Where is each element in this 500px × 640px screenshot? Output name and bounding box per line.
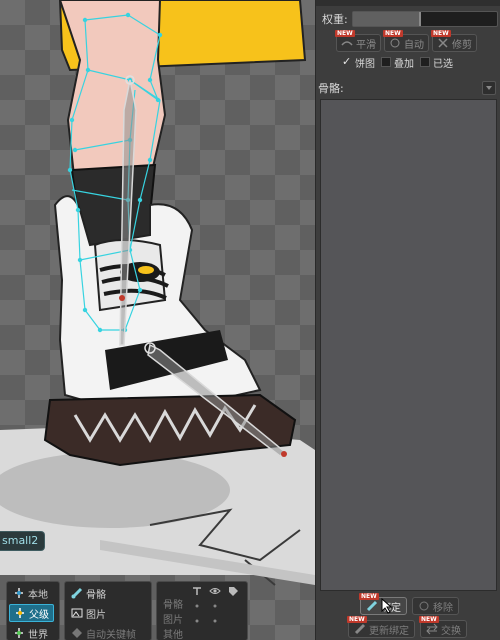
new-tag-icon: NEW: [383, 30, 403, 37]
autokey-icon: [71, 627, 83, 639]
images-visible-toggle-icon[interactable]: [209, 615, 221, 627]
axis-parent-label: 父级: [29, 609, 49, 621]
tag-icon[interactable]: [227, 585, 239, 597]
swap-icon: [426, 623, 438, 635]
smooth-icon: [341, 37, 353, 49]
select-images-button[interactable]: 图片: [67, 604, 110, 622]
new-tag-icon: NEW: [431, 30, 451, 37]
display-options: ✓ 饼图 叠加 已选: [342, 54, 492, 70]
checkbox-empty-icon: [420, 57, 430, 67]
bones-label: 骨骼:: [318, 82, 344, 95]
bones-names-toggle-icon[interactable]: [191, 600, 203, 612]
new-tag-icon: NEW: [359, 593, 379, 600]
autokey-label: 自动关键帧: [86, 629, 136, 640]
axis-space-group: 本地 父级 世界: [6, 581, 60, 640]
new-tag-icon: NEW: [419, 616, 439, 623]
checkbox-empty-icon: [381, 57, 391, 67]
update-bind-icon: [354, 623, 366, 635]
auto-icon: [389, 37, 401, 49]
images-names-toggle-icon[interactable]: [191, 615, 203, 627]
prune-icon: [437, 37, 449, 49]
swap-button[interactable]: NEW 交换: [419, 616, 467, 638]
bone-tip-toe: [281, 451, 287, 457]
bones-header: 骨骼:: [318, 79, 496, 97]
visibility-group: 骨骼 图片 其他: [156, 581, 248, 640]
selection-group: 骨骼 图片 自动关键帧: [64, 581, 152, 640]
visibility-row-other: 其他: [159, 624, 187, 640]
new-tag-icon: NEW: [347, 616, 367, 623]
remove-button[interactable]: 移除: [412, 597, 459, 615]
overlay-checkbox[interactable]: 叠加: [381, 55, 414, 70]
bind-icon: [366, 600, 378, 612]
axis-parent-button[interactable]: 父级: [9, 604, 54, 622]
remove-icon: [418, 600, 430, 612]
bones-list[interactable]: [320, 99, 497, 591]
local-axis-icon: [13, 587, 25, 599]
selected-checkbox[interactable]: 已选: [420, 55, 453, 70]
mouse-cursor-icon: [381, 598, 393, 614]
select-bones-label: 骨骼: [86, 589, 106, 601]
lace-charm: [138, 266, 154, 274]
prune-label: 修剪: [452, 39, 472, 51]
axis-local-label: 本地: [28, 589, 48, 601]
bones-visible-toggle-icon[interactable]: [209, 600, 221, 612]
smooth-button[interactable]: NEW 平滑: [335, 30, 381, 52]
select-images-label: 图片: [86, 609, 106, 621]
filter-icon: [486, 86, 492, 90]
overlay-label: 叠加: [394, 58, 414, 70]
remove-label: 移除: [433, 602, 453, 614]
eye-icon[interactable]: [209, 585, 221, 597]
check-icon: ✓: [342, 55, 352, 68]
auto-button[interactable]: NEW 自动: [383, 30, 429, 52]
character-canvas[interactable]: [0, 0, 315, 640]
update-bind-label: 更新绑定: [369, 625, 409, 637]
autokey-button[interactable]: 自动关键帧: [67, 624, 140, 640]
visibility-other-label: 其他: [163, 629, 183, 640]
axis-local-button[interactable]: 本地: [9, 584, 52, 602]
pie-chart-checkbox[interactable]: ✓ 饼图: [342, 55, 375, 70]
prune-button[interactable]: NEW 修剪: [431, 30, 477, 52]
world-axis-icon: [13, 627, 25, 639]
smooth-label: 平滑: [356, 39, 376, 51]
weight-label: 权重:: [322, 13, 348, 26]
axis-world-button[interactable]: 世界: [9, 624, 52, 640]
swap-label: 交换: [441, 625, 461, 637]
names-icon[interactable]: [191, 585, 203, 597]
bone-icon: [71, 587, 83, 599]
skin-name-label: small2: [0, 531, 46, 551]
weight-slider[interactable]: [352, 11, 498, 27]
parent-axis-icon: [14, 607, 26, 619]
bone-marker-laces: [119, 295, 125, 301]
selected-label: 已选: [433, 58, 453, 70]
update-bind-button[interactable]: NEW 更新绑定: [347, 616, 415, 638]
bones-filter-button[interactable]: [482, 81, 496, 95]
auto-label: 自动: [404, 39, 424, 51]
viewport-toolbar: 本地 父级 世界 骨骼 图片 自动关键帧 骨骼 图片 其他: [0, 575, 315, 640]
pie-chart-label: 饼图: [355, 58, 375, 70]
weight-row: 权重:: [322, 10, 498, 28]
weight-slider-fill: [353, 12, 421, 26]
select-bones-button[interactable]: 骨骼: [67, 584, 110, 602]
new-tag-icon: NEW: [335, 30, 355, 37]
image-icon: [71, 607, 83, 619]
viewport[interactable]: small2 本地 父级 世界 骨骼 图片 自动关键帧 骨骼 图片 其他: [0, 0, 315, 640]
axis-world-label: 世界: [28, 629, 48, 640]
panel-top-bar: [316, 0, 500, 6]
